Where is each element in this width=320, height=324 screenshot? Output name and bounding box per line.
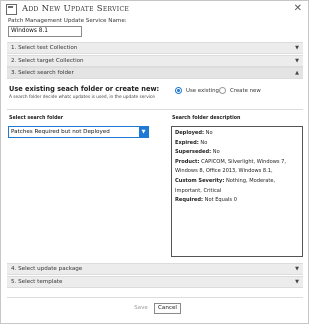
description-row: Product: CAPICOM, Silverlight, Windows 7… xyxy=(175,158,299,177)
description-key: Required: xyxy=(175,197,204,204)
radio-create-new[interactable]: Create new xyxy=(219,87,261,94)
description-value: Not Equals 0 xyxy=(203,197,237,204)
divider xyxy=(7,109,303,110)
search-folder-select[interactable]: Patches Required but not Deployed ▼ xyxy=(8,126,149,138)
chevron-down-icon: ▼ xyxy=(295,58,299,64)
description-row: Deployed: No xyxy=(175,129,299,139)
chevron-up-icon: ▲ xyxy=(295,70,299,76)
section-label: 3. Select search folder xyxy=(11,70,74,76)
section-select-test-collection[interactable]: 1. Select test Collection ▼ xyxy=(7,42,303,54)
section-label: 5. Select template xyxy=(11,279,63,285)
radio-unselected-icon xyxy=(219,87,226,94)
description-row: Required: Not Equals 0 xyxy=(175,196,299,206)
description-value: No xyxy=(204,130,213,136)
section-select-template[interactable]: 5. Select template ▼ xyxy=(7,276,303,288)
select-search-folder-label: Select search folder xyxy=(9,116,64,121)
description-key: Deployed: xyxy=(175,130,205,136)
description-key: Custom Severity: xyxy=(175,177,225,184)
selected-search-folder: Patches Required but not Deployed xyxy=(11,129,110,135)
search-folder-subtext: A search folder decide whatc updates is … xyxy=(9,95,155,100)
radio-label: Create new xyxy=(230,87,261,94)
search-folder-description-box: Deployed: No Expired: No Superseded: No … xyxy=(171,126,303,257)
chevron-down-icon: ▼ xyxy=(295,266,299,272)
description-value: No xyxy=(198,139,208,146)
search-folder-heading: Use existing seach folder or create new: xyxy=(9,85,160,93)
dialog-title: Add New Update Service xyxy=(22,4,130,14)
radio-use-existing[interactable]: Use existing xyxy=(175,87,219,94)
radio-selected-icon xyxy=(175,87,182,94)
section-select-update-package[interactable]: 4. Select update package ▼ xyxy=(7,263,303,275)
description-key: Expired: xyxy=(175,139,199,146)
section-select-search-folder[interactable]: 3. Select search folder ▲ xyxy=(7,67,303,79)
cancel-button[interactable]: Cancel xyxy=(154,303,181,314)
section-label: 2. Select target Collection xyxy=(11,58,84,64)
description-key: Superseded: xyxy=(175,149,212,156)
description-row: Custom Severity: Nothing, Moderate, Impo… xyxy=(175,177,299,196)
window-icon xyxy=(6,3,17,15)
dialog-titlebar: Add New Update Service ✕ xyxy=(1,1,308,17)
section-label: 4. Select update package xyxy=(11,266,83,272)
chevron-down-icon: ▼ xyxy=(295,45,299,51)
save-button[interactable]: Save xyxy=(128,303,154,314)
search-folder-description-label: Search folder description xyxy=(172,116,241,121)
section-label: 1. Select test Collection xyxy=(11,45,78,51)
chevron-down-icon: ▼ xyxy=(295,279,299,285)
section-select-target-collection[interactable]: 2. Select target Collection ▼ xyxy=(7,55,303,67)
radio-label: Use existing xyxy=(186,87,219,94)
description-row: Expired: No xyxy=(175,139,299,149)
service-name-input[interactable]: Windows 8.1 xyxy=(8,26,82,37)
service-name-label: Patch Management Update Service Name: xyxy=(8,18,127,24)
description-value: No xyxy=(211,149,220,156)
close-button[interactable]: ✕ xyxy=(294,3,302,15)
description-key: Product: xyxy=(175,158,200,165)
add-update-service-dialog: Add New Update Service ✕ Patch Managemen… xyxy=(0,0,309,324)
footer-divider xyxy=(7,297,303,298)
description-row: Superseded: No xyxy=(175,148,299,158)
chevron-down-icon[interactable]: ▼ xyxy=(139,127,148,137)
